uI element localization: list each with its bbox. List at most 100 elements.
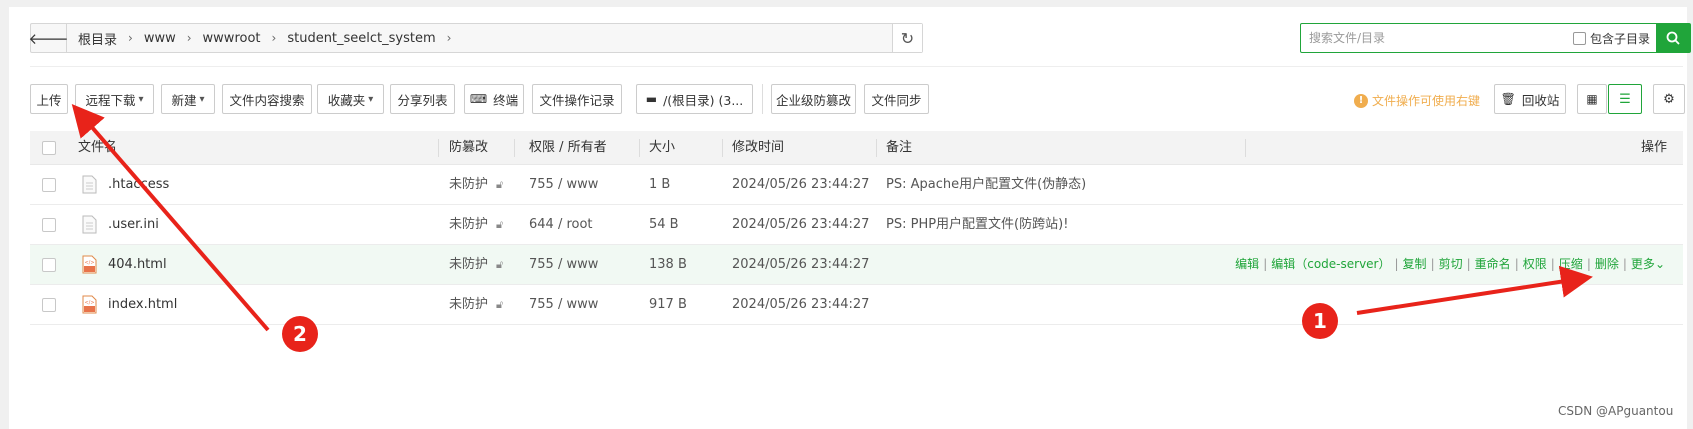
- permission-cell[interactable]: 755 / www: [529, 285, 598, 324]
- header-mtime[interactable]: 修改时间: [732, 131, 784, 165]
- breadcrumb-wwwroot[interactable]: wwwroot: [200, 31, 264, 46]
- recycle-bin-label: 回收站: [1521, 92, 1560, 108]
- search-box: 包含子目录: [1300, 23, 1691, 53]
- row-checkbox[interactable]: [42, 178, 56, 192]
- mtime-cell: 2024/05/26 23:44:27: [732, 217, 870, 232]
- tip-label: 文件操作可使用右键: [1372, 94, 1481, 108]
- search-input[interactable]: [1301, 25, 1573, 51]
- permission-cell[interactable]: 755 / www: [529, 165, 598, 204]
- tamper-status[interactable]: 未防护 🔓︎: [449, 285, 503, 324]
- include-subdir-checkbox[interactable]: 包含子目录: [1572, 30, 1650, 47]
- content-search-button[interactable]: 文件内容搜索: [222, 84, 312, 114]
- permission-cell[interactable]: 644 / root: [529, 205, 593, 244]
- tamper-proof-button[interactable]: 企业级防篡改: [771, 84, 856, 114]
- separator: |: [1263, 257, 1268, 271]
- header-perm[interactable]: 权限 / 所有者: [529, 131, 607, 165]
- separator: |: [1430, 257, 1435, 271]
- compress-link[interactable]: 压缩: [1559, 257, 1583, 271]
- svg-text:</>: </>: [84, 300, 94, 306]
- table-row[interactable]: </> 404.html 未防护 🔓︎ 755 / www 138 B 2024/…: [30, 245, 1683, 285]
- upload-button[interactable]: 上传: [30, 84, 68, 114]
- terminal-button[interactable]: ⌨ 终端: [464, 84, 524, 114]
- unlock-icon: 🔓︎: [496, 298, 504, 311]
- share-list-label: 分享列表: [397, 92, 448, 108]
- row-checkbox[interactable]: [42, 298, 56, 312]
- file-name[interactable]: 404.html: [108, 245, 167, 284]
- divider: [30, 66, 1683, 67]
- op-log-label: 文件操作记录: [539, 92, 615, 108]
- trash-icon: 🗑: [1500, 92, 1516, 106]
- disk-button[interactable]: ▬ /(根目录) (3...: [636, 84, 753, 114]
- content-search-label: 文件内容搜索: [229, 92, 305, 108]
- chevron-down-icon: ▾: [138, 93, 144, 105]
- disk-icon: ▬: [645, 92, 658, 106]
- list-view-button[interactable]: ☰: [1608, 84, 1642, 114]
- table-row[interactable]: .user.ini 未防护 🔓︎ 644 / root 54 B 2024/05/…: [30, 205, 1683, 245]
- permission-link[interactable]: 权限: [1523, 257, 1547, 271]
- copy-link[interactable]: 复制: [1403, 257, 1427, 271]
- rename-link[interactable]: 重命名: [1475, 257, 1511, 271]
- chevron-down-icon: ▾: [199, 93, 205, 105]
- row-checkbox[interactable]: [42, 258, 56, 272]
- recycle-bin-button[interactable]: 🗑 回收站: [1494, 84, 1566, 114]
- chevron-right-icon: ›: [271, 31, 277, 45]
- upload-label: 上传: [36, 92, 62, 108]
- favorites-label: 收藏夹: [327, 92, 366, 108]
- file-name[interactable]: .user.ini: [108, 205, 159, 244]
- breadcrumb-project[interactable]: student_seelct_system: [284, 31, 438, 46]
- size-cell: 917 B: [649, 297, 687, 312]
- grid-view-button[interactable]: ▦: [1577, 84, 1607, 114]
- table-header: 文件名 防篡改 权限 / 所有者 大小 修改时间 备注 操作: [30, 131, 1683, 165]
- favorites-button[interactable]: 收藏夹 ▾: [317, 84, 384, 114]
- toolbar-separator: [762, 84, 763, 114]
- size-cell: 1 B: [649, 177, 671, 192]
- header-name[interactable]: 文件名: [78, 131, 117, 165]
- tamper-status[interactable]: 未防护 🔓︎: [449, 245, 503, 284]
- tamper-status[interactable]: 未防护 🔓︎: [449, 165, 503, 204]
- select-all-checkbox[interactable]: [42, 141, 56, 155]
- row-checkbox[interactable]: [42, 218, 56, 232]
- refresh-button[interactable]: ↻: [892, 24, 922, 52]
- remote-download-button[interactable]: 远程下载 ▾: [75, 84, 154, 114]
- column-separator: [1245, 139, 1246, 157]
- delete-link[interactable]: 删除: [1595, 257, 1619, 271]
- mtime-cell: 2024/05/26 23:44:27: [732, 177, 870, 192]
- settings-button[interactable]: ⚙: [1653, 84, 1685, 114]
- tamper-status[interactable]: 未防护 🔓︎: [449, 205, 503, 244]
- file-name[interactable]: index.html: [108, 285, 177, 324]
- top-strip: [0, 0, 1693, 7]
- column-separator: [438, 139, 439, 157]
- file-sync-button[interactable]: 文件同步: [864, 84, 929, 114]
- file-name[interactable]: .htaccess: [108, 165, 169, 204]
- share-list-button[interactable]: 分享列表: [390, 84, 455, 114]
- search-button[interactable]: [1656, 24, 1690, 52]
- breadcrumb-www[interactable]: www: [141, 31, 179, 46]
- op-log-button[interactable]: 文件操作记录: [532, 84, 622, 114]
- breadcrumb-root[interactable]: 根目录: [75, 29, 120, 48]
- list-icon: ☰: [1619, 91, 1631, 107]
- edit-link[interactable]: 编辑: [1235, 257, 1259, 271]
- new-button[interactable]: 新建 ▾: [161, 84, 215, 114]
- edit-code-server-link[interactable]: 编辑（code-server）: [1271, 257, 1390, 271]
- permission-cell[interactable]: 755 / www: [529, 245, 598, 284]
- annotation-badge-1: 1: [1302, 303, 1338, 339]
- cut-link[interactable]: 剪切: [1439, 257, 1463, 271]
- note-cell[interactable]: PS: PHP用户配置文件(防跨站)!: [886, 205, 1068, 244]
- chevron-down-icon: ⌄: [1654, 257, 1665, 271]
- header-size[interactable]: 大小: [649, 131, 675, 165]
- breadcrumb: 根目录 › www › wwwroot › student_seelct_sys…: [67, 29, 892, 48]
- mtime-cell: 2024/05/26 23:44:27: [732, 257, 870, 272]
- gear-icon: ⚙: [1663, 91, 1675, 107]
- header-tamper[interactable]: 防篡改: [449, 131, 488, 165]
- separator: |: [1622, 257, 1627, 271]
- table-row[interactable]: .htaccess 未防护 🔓︎ 755 / www 1 B 2024/05/26…: [30, 165, 1683, 205]
- unlock-icon: 🔓︎: [496, 178, 504, 191]
- chevron-right-icon: ›: [128, 31, 133, 45]
- unlock-icon: 🔓︎: [496, 218, 504, 231]
- back-button[interactable]: 🡐: [28, 24, 69, 52]
- grid-icon: ▦: [1586, 92, 1598, 106]
- more-link[interactable]: 更多⌄: [1631, 257, 1665, 271]
- table-row[interactable]: </> index.html 未防护 🔓︎ 755 / www 917 B 202…: [30, 285, 1683, 325]
- info-icon: !: [1354, 93, 1368, 108]
- note-cell[interactable]: PS: Apache用户配置文件(伪静态): [886, 165, 1086, 204]
